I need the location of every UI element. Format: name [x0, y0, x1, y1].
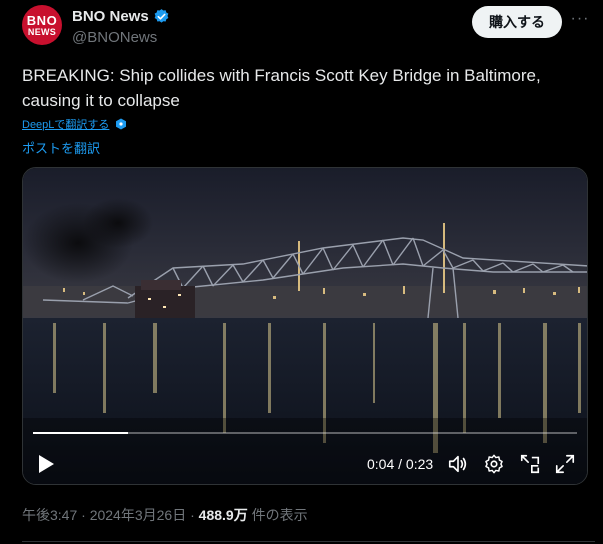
- volume-icon[interactable]: [447, 453, 469, 475]
- tweet-text: BREAKING: Ship collides with Francis Sco…: [22, 66, 541, 110]
- meta-separator: ·: [81, 507, 90, 523]
- video-progress-track[interactable]: [33, 432, 577, 434]
- picture-in-picture-icon[interactable]: [519, 453, 541, 475]
- video-progress-fill: [33, 432, 128, 434]
- post-date[interactable]: 2024年3月26日: [90, 507, 187, 523]
- divider: [22, 541, 595, 542]
- play-icon[interactable]: [37, 454, 55, 474]
- deepl-icon: [116, 118, 127, 130]
- buy-button[interactable]: 購入する: [472, 6, 562, 38]
- translate-post-link[interactable]: ポストを翻訳: [22, 138, 100, 157]
- views-label: 件の表示: [251, 507, 308, 523]
- author-name[interactable]: BNO News: [72, 8, 149, 25]
- video-frame: [23, 168, 587, 484]
- avatar[interactable]: BNO NEWS: [22, 5, 62, 45]
- video-time: 0:04 / 0:23: [367, 456, 434, 472]
- video-player[interactable]: 0:04 / 0:23: [22, 167, 588, 485]
- views-count: 488.9万: [198, 507, 248, 523]
- post-meta: 午後3:47 · 2024年3月26日 · 488.9万 件の表示: [22, 505, 308, 525]
- more-options-icon[interactable]: ···: [568, 11, 592, 32]
- meta-separator: ·: [190, 507, 199, 523]
- post-time[interactable]: 午後3:47: [22, 507, 77, 523]
- avatar-text-top: BNO: [26, 12, 58, 28]
- deepl-translate-link[interactable]: DeepLで翻訳する: [22, 116, 127, 132]
- fullscreen-icon[interactable]: [554, 453, 576, 475]
- author-name-row[interactable]: BNO News: [72, 8, 170, 25]
- deepl-label[interactable]: DeepLで翻訳する: [22, 116, 109, 132]
- avatar-text-bottom: NEWS: [27, 26, 57, 37]
- author-handle[interactable]: @BNONews: [72, 29, 157, 46]
- verified-badge-icon: [154, 9, 169, 23]
- settings-icon[interactable]: [483, 453, 505, 475]
